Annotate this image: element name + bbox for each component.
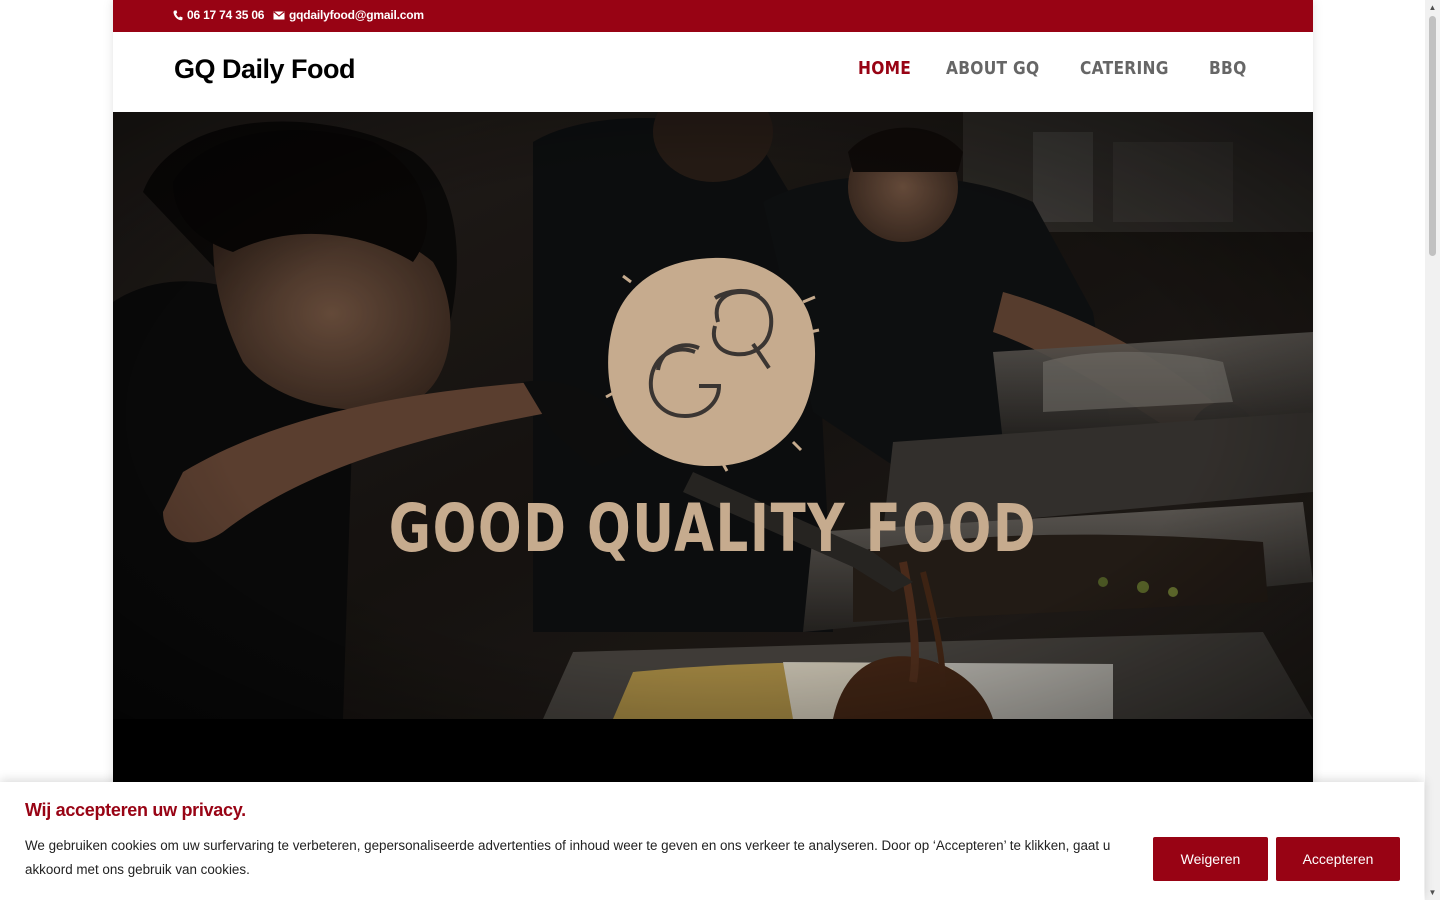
main-nav: HOME ABOUT GQ CATERING BBQ [858, 58, 1253, 79]
hero-section: GOOD QUALITY FOOD [113, 112, 1313, 719]
page-container: 06 17 74 35 06 gqdailyfood@gmail.com GQ … [113, 0, 1313, 900]
cookie-text: We gebruiken cookies om uw surfervaring … [25, 838, 1111, 877]
scroll-down-arrow-icon[interactable]: ▼ [1428, 888, 1437, 897]
phone-icon [173, 10, 183, 21]
site-logo[interactable]: GQ Daily Food [174, 54, 356, 85]
nav-item-about-gq[interactable]: ABOUT GQ [946, 58, 1039, 79]
phone-contact[interactable]: 06 17 74 35 06 [173, 8, 264, 22]
cookie-title: Wij accepteren uw privacy. [25, 800, 246, 820]
page-scrollbar[interactable]: ▲ ▼ [1425, 0, 1440, 900]
scroll-thumb[interactable] [1429, 16, 1436, 256]
cookie-banner: Wij accepteren uw privacy. We gebruiken … [0, 782, 1424, 900]
scroll-up-arrow-icon[interactable]: ▲ [1428, 3, 1437, 12]
top-bar: 06 17 74 35 06 gqdailyfood@gmail.com [113, 0, 1313, 32]
nav-item-catering[interactable]: CATERING [1080, 58, 1169, 79]
email-address: gqdailyfood@gmail.com [289, 8, 424, 22]
hero-title: GOOD QUALITY FOOD [388, 490, 1038, 567]
nav-item-home[interactable]: HOME [858, 58, 911, 79]
gq-monogram-logo [605, 257, 820, 472]
site-header: GQ Daily Food HOME ABOUT GQ CATERING BBQ [113, 32, 1313, 112]
nav-item-bbq[interactable]: BBQ [1209, 58, 1247, 79]
decline-button[interactable]: Weigeren [1153, 837, 1268, 881]
accept-button[interactable]: Accepteren [1276, 837, 1400, 881]
phone-number: 06 17 74 35 06 [187, 8, 265, 22]
email-contact[interactable]: gqdailyfood@gmail.com [273, 8, 424, 22]
envelope-icon [273, 10, 285, 20]
